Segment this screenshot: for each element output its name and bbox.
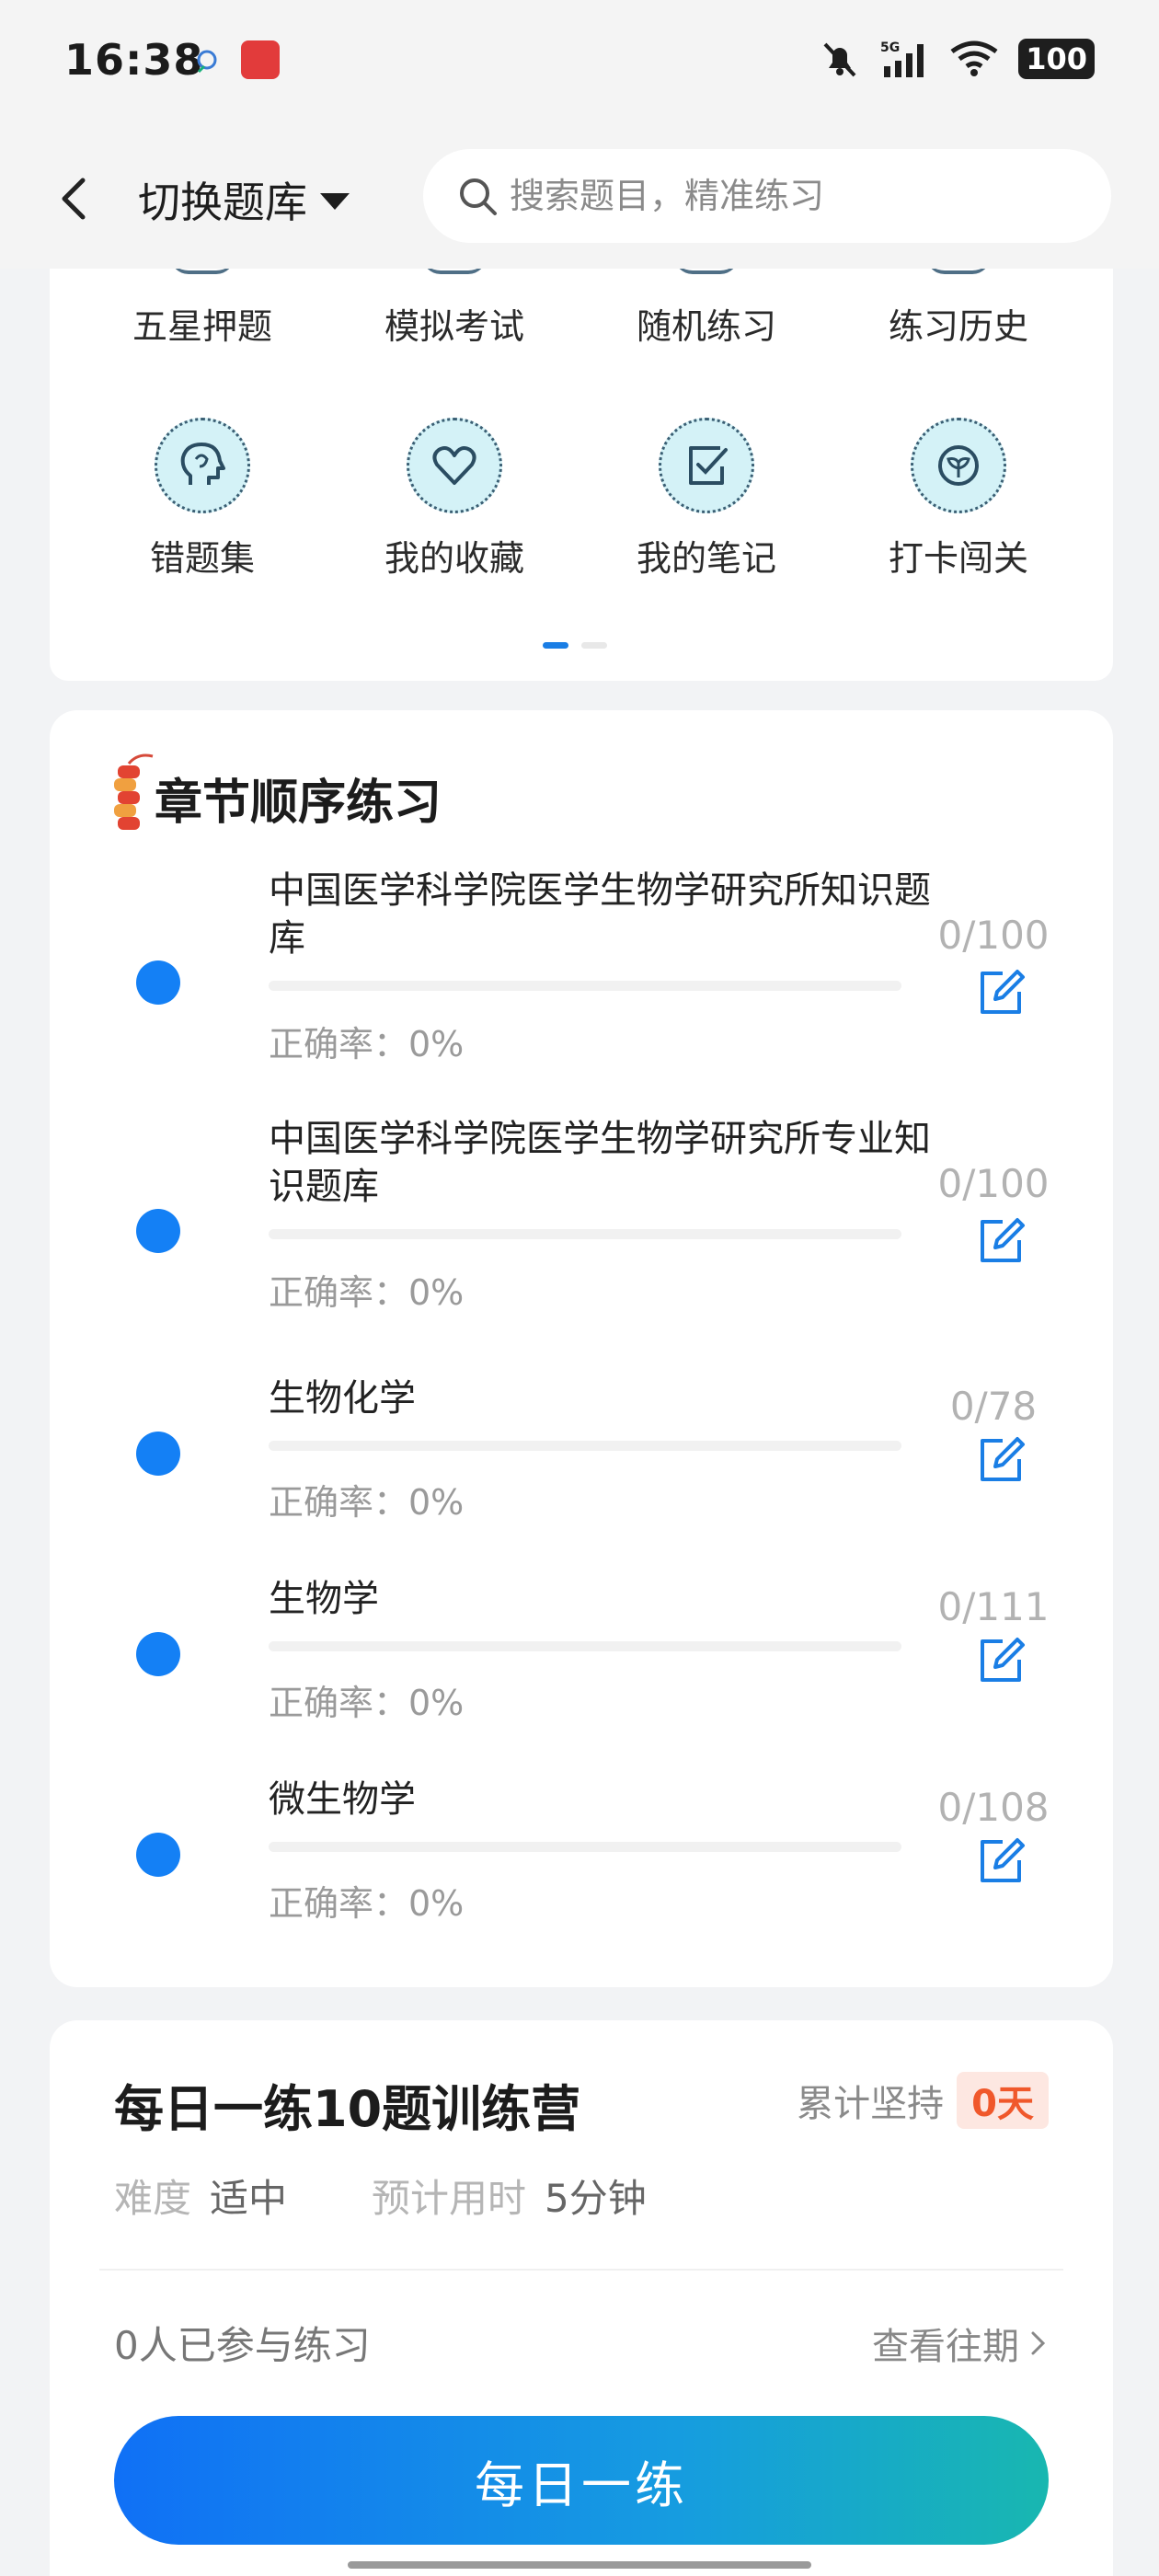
- edit-icon[interactable]: [975, 966, 1028, 1019]
- participants-count: 0人已参与练习: [114, 2323, 371, 2368]
- time-value: 5分钟: [545, 2176, 647, 2221]
- grid-item-favorites[interactable]: 我的收藏: [344, 418, 565, 581]
- switch-bank-dropdown[interactable]: 切换题库: [138, 169, 350, 230]
- divider: [99, 2269, 1063, 2271]
- chapter-progress-bar: [269, 1441, 901, 1451]
- status-bar: 16:38 5G 100: [0, 0, 1159, 129]
- back-arrow-icon[interactable]: [52, 171, 96, 226]
- status-time: 16:38: [64, 35, 204, 85]
- daily-title: 每日一练10题训练营: [114, 2080, 581, 2138]
- streak-badge: 0天: [957, 2072, 1049, 2129]
- edit-icon[interactable]: [975, 1834, 1028, 1888]
- chapter-bullet: [136, 1432, 180, 1476]
- streak-info: 累计坚持 0天: [797, 2072, 1049, 2129]
- chapter-accuracy: 正确率：0%: [269, 1272, 465, 1313]
- chapter-accuracy: 正确率：0%: [269, 1482, 465, 1523]
- chapter-name: 微生物学: [269, 1778, 416, 1821]
- badge-check-icon: [911, 418, 1006, 513]
- streak-label: 累计坚持: [797, 2083, 945, 2125]
- note-check-icon: [659, 418, 754, 513]
- daily-practice-button[interactable]: 每日一练: [114, 2416, 1049, 2545]
- time-label: 预计用时: [372, 2176, 527, 2221]
- daily-practice-card: 每日一练10题训练营 累计坚持 0天 难度 适中 预计用时 5分钟 0人已参与练…: [50, 2020, 1113, 2576]
- chapter-progress-bar: [269, 1229, 901, 1239]
- grid-item-notes[interactable]: 我的笔记: [596, 418, 817, 581]
- search-bar[interactable]: [423, 149, 1111, 243]
- caret-down-icon: [320, 193, 350, 210]
- grid-item-label: 打卡闯关: [888, 538, 1028, 579]
- feature-grid-card: 五星押题 模拟考试 随机练习 练习历史 错题集 我的收藏 我的笔记 打卡闯关: [50, 258, 1113, 681]
- chapter-progress-bar: [269, 981, 901, 991]
- page-dot-active: [543, 642, 568, 649]
- chapter-bullet: [136, 1833, 180, 1877]
- network-label: 5G: [880, 40, 900, 55]
- chapter-count: 0/108: [937, 1785, 1050, 1830]
- battery-indicator: 100: [1018, 39, 1095, 79]
- home-indicator[interactable]: [348, 2561, 811, 2569]
- chevron-right-icon: [1031, 2331, 1046, 2355]
- switch-bank-label: 切换题库: [138, 178, 307, 227]
- grid-item-label: 我的收藏: [384, 538, 524, 579]
- grid-item-wrong-questions[interactable]: 错题集: [92, 418, 313, 581]
- app-header: 切换题库: [0, 138, 1159, 258]
- grid-item-five-star[interactable]: 五星押题: [92, 258, 313, 349]
- chapter-accuracy: 正确率：0%: [269, 1883, 465, 1924]
- edit-icon[interactable]: [975, 1634, 1028, 1687]
- grid-item-label: 练习历史: [888, 306, 1028, 347]
- signal-icon: 5G: [880, 40, 924, 77]
- chapter-progress-bar: [269, 1641, 901, 1651]
- chapter-bullet: [136, 1632, 180, 1676]
- notification-app-icon: [197, 50, 217, 74]
- difficulty-value: 适中: [210, 2176, 288, 2221]
- mute-bell-icon: [823, 42, 856, 77]
- grid-item-random[interactable]: 随机练习: [596, 258, 817, 349]
- grid-item-history[interactable]: 练习历史: [848, 258, 1069, 349]
- head-icon: [155, 418, 250, 513]
- page-indicator: [543, 642, 607, 649]
- grid-item-label: 我的笔记: [636, 538, 776, 579]
- grid-item-label: 模拟考试: [384, 306, 524, 347]
- chapter-name: 中国医学科学院医学生物学研究所专业知识题库: [269, 1118, 931, 1208]
- chapter-count: 0/100: [937, 913, 1050, 958]
- chapter-accuracy: 正确率：0%: [269, 1683, 465, 1723]
- grid-item-label: 随机练习: [636, 306, 776, 347]
- chapter-bullet: [136, 960, 180, 1005]
- chapter-name: 生物学: [269, 1578, 379, 1620]
- chapter-bullet: [136, 1209, 180, 1253]
- chapter-practice-card: 章节顺序练习 中国医学科学院医学生物学研究所知识题库 正确率：0% 0/100 …: [50, 710, 1113, 1987]
- chapter-count: 0/78: [949, 1384, 1038, 1429]
- chapter-count: 0/100: [937, 1161, 1050, 1206]
- grid-item-label: 错题集: [149, 538, 255, 579]
- top-bar: 16:38 5G 100 切换题库 搜索题目，精准练习: [0, 0, 1159, 269]
- status-right: 5G 100: [820, 39, 1095, 79]
- chapter-name: 生物化学: [269, 1377, 416, 1420]
- chapter-accuracy: 正确率：0%: [269, 1024, 465, 1064]
- heart-icon: [407, 418, 502, 513]
- grid-item-checkin[interactable]: 打卡闯关: [848, 418, 1069, 581]
- chapter-count: 0/111: [937, 1584, 1050, 1629]
- edit-icon[interactable]: [975, 1214, 1028, 1268]
- chapter-progress-bar: [269, 1842, 901, 1852]
- page-dot: [581, 642, 607, 649]
- search-input[interactable]: [510, 176, 1061, 216]
- view-past-label: 查看往期: [872, 2326, 1019, 2368]
- daily-meta: 难度 适中 预计用时 5分钟: [114, 2168, 713, 2224]
- view-past-link[interactable]: 查看往期: [872, 2317, 1049, 2370]
- wifi-icon: [950, 40, 998, 76]
- edit-icon[interactable]: [975, 1433, 1028, 1487]
- chapter-section-title: 章节顺序练习: [155, 776, 442, 831]
- grid-item-mock-exam[interactable]: 模拟考试: [344, 258, 565, 349]
- search-icon: [460, 178, 497, 215]
- app-notification-icon: [241, 40, 280, 79]
- chapter-name: 中国医学科学院医学生物学研究所知识题库: [269, 869, 931, 960]
- firecracker-icon: [114, 753, 154, 830]
- difficulty-label: 难度: [114, 2176, 192, 2221]
- grid-item-label: 五星押题: [132, 306, 272, 347]
